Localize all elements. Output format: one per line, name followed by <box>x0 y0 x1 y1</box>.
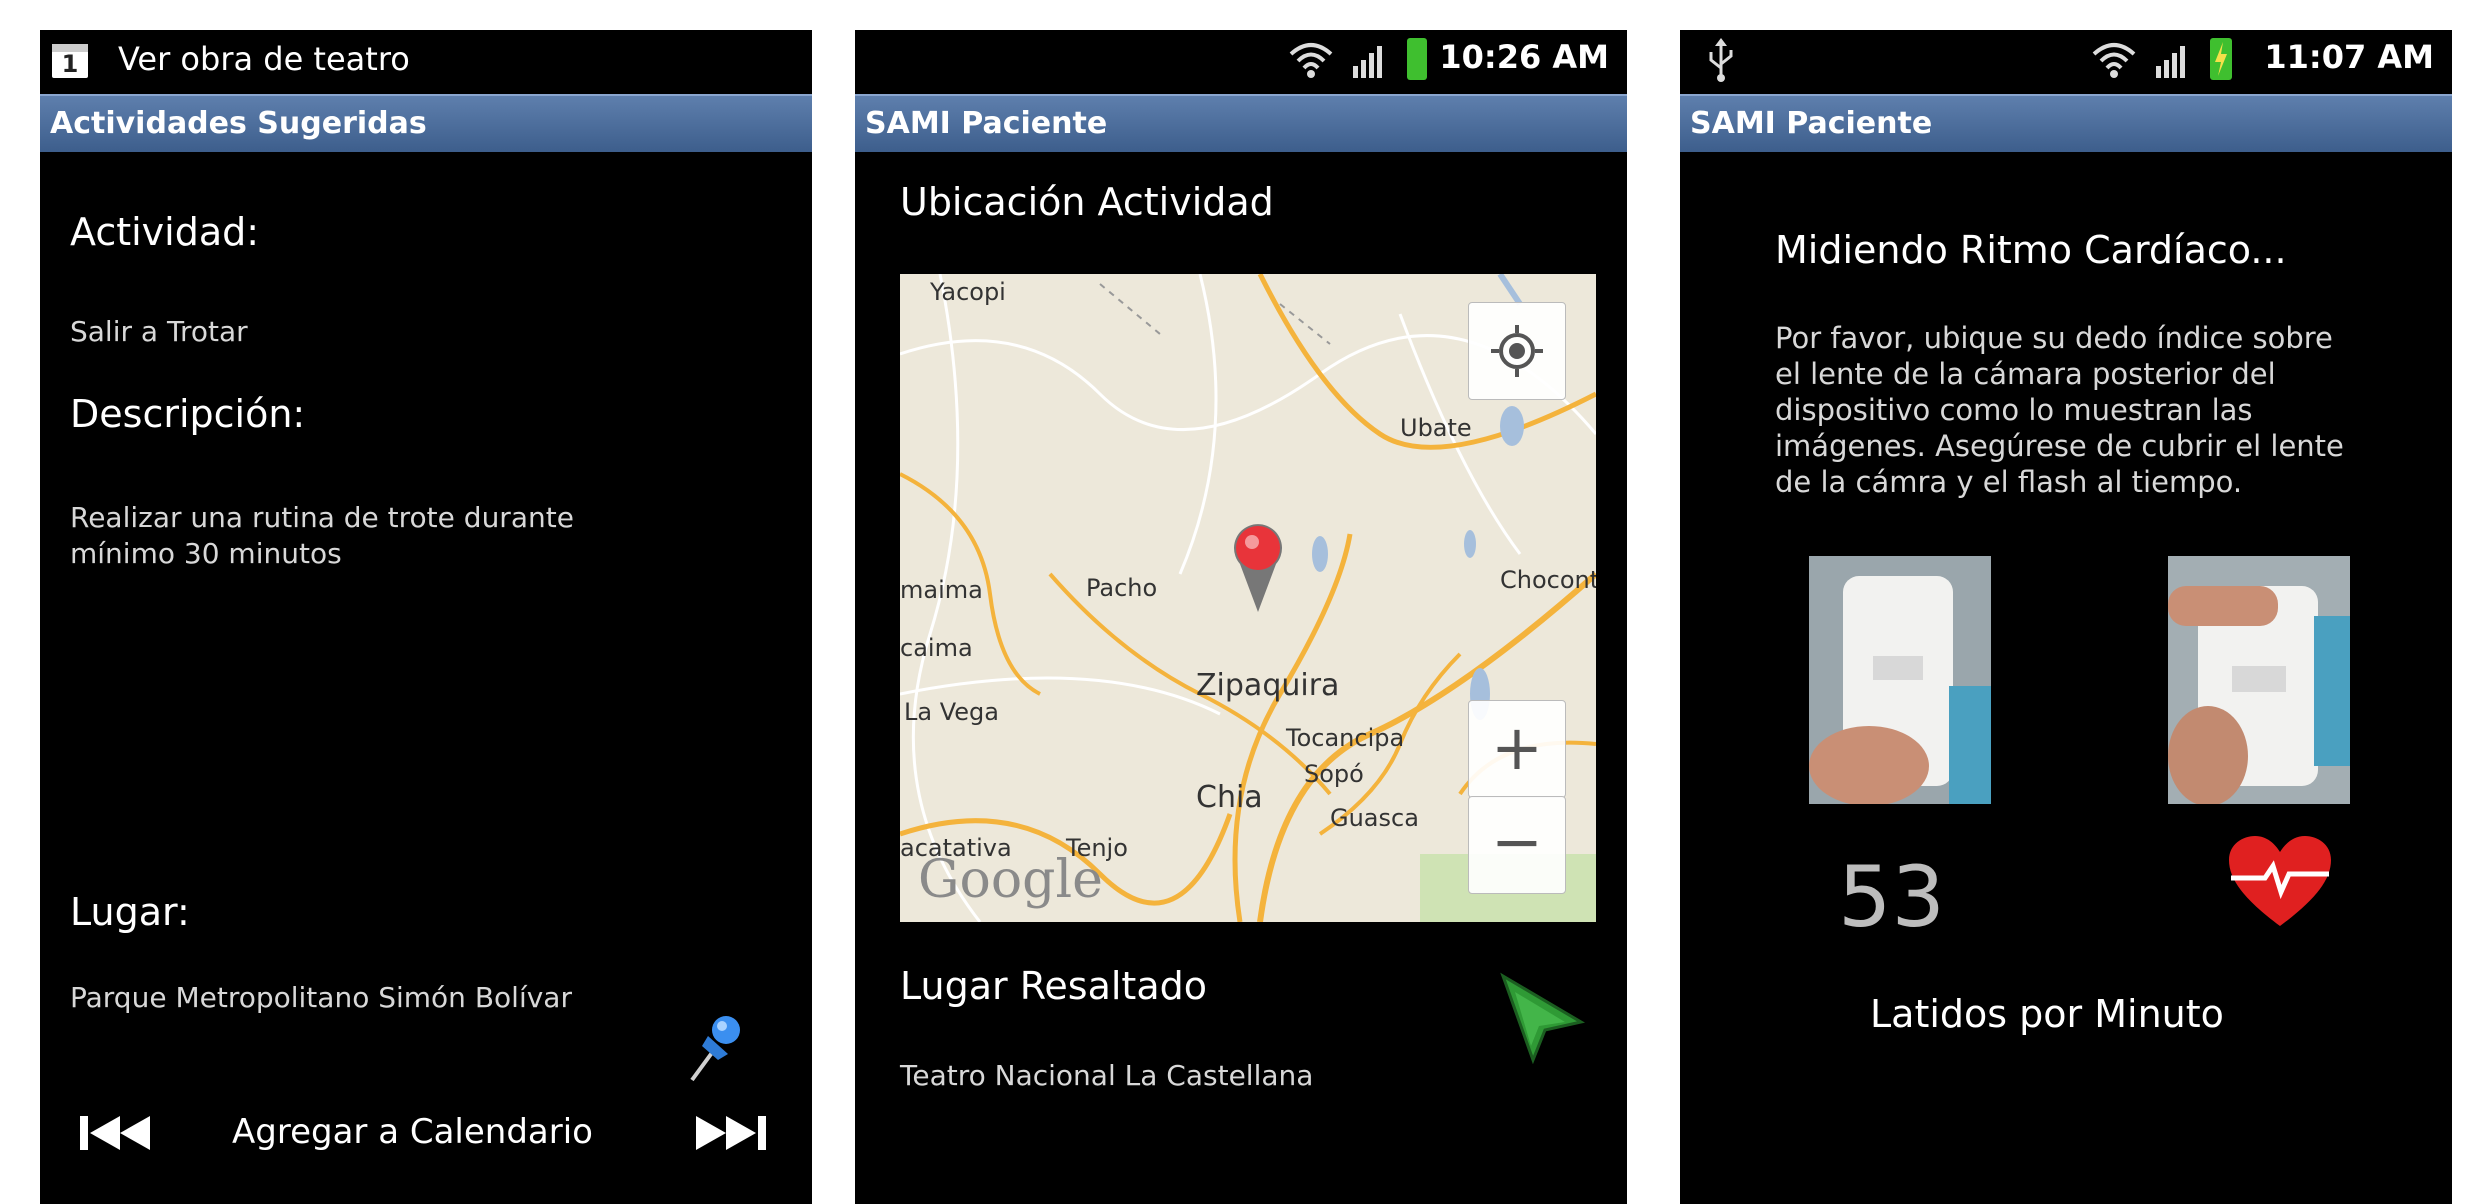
map-label-guasca: Guasca <box>1330 804 1419 832</box>
activity-value: Salir a Trotar <box>70 315 248 348</box>
screen-suggested-activities: 1 Ver obra de teatro Actividades Sugerid… <box>40 30 812 1204</box>
title-bar: Actividades Sugeridas <box>40 94 812 152</box>
map-label-sopo: Sopó <box>1304 760 1364 788</box>
battery-charging-icon <box>2210 38 2232 80</box>
map-label-tocancipa: Tocancipa <box>1286 724 1405 752</box>
calendar-icon: 1 <box>52 44 88 78</box>
wifi-icon <box>2092 40 2136 80</box>
screen-heart-rate: 11:07 AM SAMI Paciente Midiendo Ritmo Ca… <box>1680 30 2452 1204</box>
map-label-chocont: Chocont <box>1500 566 1596 594</box>
notification-bar[interactable]: 1 Ver obra de teatro <box>40 30 812 94</box>
instructions-text: Por favor, ubique su dedo índice sobre e… <box>1775 321 2344 499</box>
heart-pulse-icon <box>2225 834 2335 930</box>
screen-title: SAMI Paciente <box>1690 106 1933 141</box>
place-heading: Lugar: <box>70 890 190 934</box>
map-label-ubate: Ubate <box>1400 414 1472 442</box>
notification-title: Ver obra de teatro <box>118 40 410 78</box>
zoom-out-label: − <box>1491 805 1543 878</box>
bpm-label: Latidos por Minuto <box>1870 992 2224 1036</box>
map-label-yacopi: Yacopi <box>930 278 1006 306</box>
clock: 10:26 AM <box>1439 38 1609 76</box>
clock: 11:07 AM <box>2264 38 2434 76</box>
signal-icon <box>2154 44 2188 78</box>
map-view[interactable]: Yacopi Ubate maima Pacho Chocont caima Z… <box>900 274 1596 922</box>
description-value: Realizar una rutina de trote durante mín… <box>70 501 574 570</box>
my-location-button[interactable] <box>1468 302 1566 400</box>
map-label-chia: Chia <box>1196 780 1263 815</box>
pushpin-icon[interactable] <box>680 1002 750 1086</box>
finger-position-photo-1 <box>1809 556 1991 804</box>
navigation-arrow-icon[interactable] <box>1497 972 1587 1065</box>
measuring-heading: Midiendo Ritmo Cardíaco... <box>1775 228 2287 272</box>
bpm-value: 53 <box>1838 848 1945 946</box>
map-pin-icon[interactable] <box>1230 518 1286 614</box>
google-logo: Google <box>918 850 1103 910</box>
add-to-calendar-button[interactable]: Agregar a Calendario <box>232 1112 593 1152</box>
screen-title: SAMI Paciente <box>865 106 1108 141</box>
map-label-maima: maima <box>900 576 983 604</box>
battery-icon <box>1407 38 1427 80</box>
status-bar: 10:26 AM <box>855 30 1627 94</box>
map-label-caima: caima <box>900 634 973 662</box>
finger-position-photo-2 <box>2168 556 2350 804</box>
wifi-icon <box>1289 40 1333 80</box>
crosshair-icon <box>1491 325 1543 377</box>
zoom-in-label: + <box>1491 711 1543 784</box>
zoom-in-button[interactable]: + <box>1468 700 1566 798</box>
map-label-pacho: Pacho <box>1086 574 1158 602</box>
location-heading: Ubicación Actividad <box>900 180 1274 224</box>
map-label-zipaquira: Zipaquira <box>1196 668 1340 703</box>
calendar-icon-number: 1 <box>61 50 79 78</box>
status-bar: 11:07 AM <box>1680 30 2452 94</box>
zoom-out-button[interactable]: − <box>1468 796 1566 894</box>
highlighted-place-value: Teatro Nacional La Castellana <box>900 1059 1314 1092</box>
usb-icon <box>1706 38 1736 82</box>
screen-activity-location: 10:26 AM SAMI Paciente Ubicación Activid… <box>855 30 1627 1204</box>
screen-title: Actividades Sugeridas <box>50 106 427 141</box>
highlighted-place-heading: Lugar Resaltado <box>900 964 1207 1008</box>
map-label-lavega: La Vega <box>904 698 999 726</box>
description-heading: Descripción: <box>70 392 306 436</box>
signal-icon <box>1351 44 1385 78</box>
activity-heading: Actividad: <box>70 210 260 254</box>
place-value: Parque Metropolitano Simón Bolívar <box>70 981 572 1014</box>
skip-previous-icon[interactable] <box>78 1110 158 1156</box>
skip-next-icon[interactable] <box>690 1110 770 1156</box>
title-bar: SAMI Paciente <box>1680 94 2452 152</box>
title-bar: SAMI Paciente <box>855 94 1627 152</box>
